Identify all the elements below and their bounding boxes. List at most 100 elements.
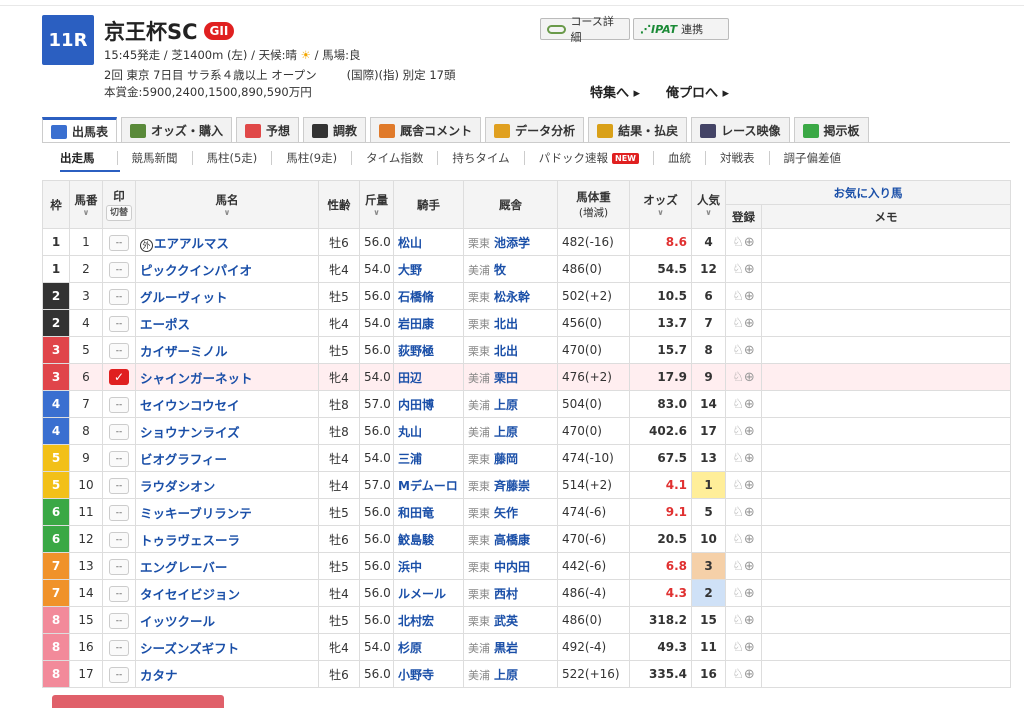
jockey-link[interactable]: 浜中 xyxy=(398,560,422,574)
memo-cell[interactable] xyxy=(761,228,1011,256)
horse-name-link[interactable]: エーポス xyxy=(140,317,190,332)
add-favorite-icon[interactable]: ♘⊕ xyxy=(732,289,755,304)
trainer-link[interactable]: 池添学 xyxy=(494,236,530,250)
col-popularity[interactable]: 人気 ∨ xyxy=(691,180,726,229)
horse-name-link[interactable]: シャインガーネット xyxy=(140,371,253,386)
memo-cell[interactable] xyxy=(761,363,1011,391)
jockey-link[interactable]: 和田竜 xyxy=(398,506,434,520)
trainer-link[interactable]: 武英 xyxy=(494,614,518,628)
memo-cell[interactable] xyxy=(761,660,1011,688)
jockey-link[interactable]: 鮫島駿 xyxy=(398,533,434,547)
trainer-link[interactable]: 斉藤崇 xyxy=(494,479,530,493)
horse-name-link[interactable]: カタナ xyxy=(140,668,178,683)
add-favorite-icon[interactable]: ♘⊕ xyxy=(732,424,755,439)
horse-name-link[interactable]: ビオグラフィー xyxy=(140,452,227,467)
trainer-link[interactable]: 西村 xyxy=(494,587,518,601)
tab-odds[interactable]: オッズ・購入 xyxy=(121,117,233,143)
col-umaban[interactable]: 馬番 ∨ xyxy=(69,180,103,229)
memo-cell[interactable] xyxy=(761,498,1011,526)
horse-name-link[interactable]: ピッククインパイオ xyxy=(140,263,252,278)
mark-button[interactable]: -- xyxy=(109,666,129,683)
feature-link[interactable]: 特集へ ▸ xyxy=(590,82,640,101)
subnav-item[interactable]: 競馬新聞 xyxy=(118,151,193,165)
memo-cell[interactable] xyxy=(761,282,1011,310)
subnav-item[interactable]: 馬柱(5走) xyxy=(193,151,273,165)
add-favorite-icon[interactable]: ♘⊕ xyxy=(732,532,755,547)
memo-cell[interactable] xyxy=(761,444,1011,472)
jockey-link[interactable]: 北村宏 xyxy=(398,614,434,628)
trainer-link[interactable]: 北出 xyxy=(494,317,518,331)
add-favorite-icon[interactable]: ♘⊕ xyxy=(732,262,755,277)
subnav-item[interactable]: 血統 xyxy=(654,151,706,165)
course-detail-button[interactable]: コース詳細 xyxy=(540,15,630,44)
horse-name-link[interactable]: シーズンズギフト xyxy=(140,641,239,656)
jockey-link[interactable]: 小野寺 xyxy=(398,668,434,682)
trainer-link[interactable]: 上原 xyxy=(494,668,518,682)
jockey-link[interactable]: 岩田康 xyxy=(398,317,434,331)
subnav-item[interactable]: 馬柱(9走) xyxy=(272,151,353,165)
add-favorite-icon[interactable]: ♘⊕ xyxy=(732,586,755,601)
jockey-link[interactable]: 石橋脩 xyxy=(398,290,434,304)
memo-cell[interactable] xyxy=(761,606,1011,634)
trainer-link[interactable]: 牧 xyxy=(494,263,506,277)
tab-coins[interactable]: 結果・払戻 xyxy=(588,117,688,143)
col-weight[interactable]: 斤量 ∨ xyxy=(359,180,394,229)
mark-button[interactable]: -- xyxy=(109,585,129,602)
horse-name-link[interactable]: タイセイビジョン xyxy=(140,587,240,602)
subnav-item[interactable]: パドック速報 NEW xyxy=(525,151,654,165)
horse-name-link[interactable]: エングレーバー xyxy=(140,560,227,575)
add-favorite-icon[interactable]: ♘⊕ xyxy=(732,397,755,412)
col-name[interactable]: 馬名 ∨ xyxy=(135,180,319,229)
mark-button[interactable]: -- xyxy=(109,288,129,305)
jockey-link[interactable]: 松山 xyxy=(398,236,422,250)
memo-cell[interactable] xyxy=(761,390,1011,418)
add-favorite-icon[interactable]: ♘⊕ xyxy=(732,559,755,574)
memo-cell[interactable] xyxy=(761,525,1011,553)
subnav-item[interactable]: 持ちタイム xyxy=(438,151,525,165)
mark-button[interactable]: -- xyxy=(109,342,129,359)
subnav-item[interactable]: 出走馬 xyxy=(42,151,118,165)
horse-name-link[interactable]: ラウダシオン xyxy=(140,479,215,494)
horse-name-link[interactable]: エアアルマス xyxy=(154,236,229,251)
jockey-link[interactable]: 丸山 xyxy=(398,425,422,439)
mark-button[interactable]: -- xyxy=(109,558,129,575)
tab-stable[interactable]: 厩舎コメント xyxy=(370,117,482,143)
mark-button[interactable]: -- xyxy=(109,612,129,629)
jockey-link[interactable]: 内田博 xyxy=(398,398,434,412)
memo-cell[interactable] xyxy=(761,255,1011,283)
col-odds[interactable]: オッズ ∨ xyxy=(629,180,692,229)
mark-button[interactable]: -- xyxy=(109,504,129,521)
tab-stopwatch[interactable]: 調教 xyxy=(303,117,367,143)
trainer-link[interactable]: 中内田 xyxy=(494,560,530,574)
add-favorite-icon[interactable]: ♘⊕ xyxy=(732,505,755,520)
mark-button[interactable]: -- xyxy=(109,261,129,278)
mark-button[interactable]: -- xyxy=(109,450,129,467)
mark-button[interactable]: -- xyxy=(109,639,129,656)
mark-button[interactable]: -- xyxy=(109,423,129,440)
horse-name-link[interactable]: トゥラヴェスーラ xyxy=(140,533,240,548)
trainer-link[interactable]: 上原 xyxy=(494,398,518,412)
tab-table[interactable]: 出馬表 xyxy=(42,117,118,143)
jockey-link[interactable]: Mデムーロ xyxy=(398,479,458,493)
tab-chat[interactable]: 掲示板 xyxy=(793,117,869,143)
add-favorite-icon[interactable]: ♘⊕ xyxy=(732,235,755,250)
trainer-link[interactable]: 松永幹 xyxy=(494,290,530,304)
trainer-link[interactable]: 高橋康 xyxy=(494,533,530,547)
trainer-link[interactable]: 藤岡 xyxy=(494,452,518,466)
mark-toggle-button[interactable]: 切替 xyxy=(106,205,132,221)
tab-target[interactable]: 予想 xyxy=(236,117,300,143)
mark-button[interactable]: -- xyxy=(109,396,129,413)
mark-button[interactable]: -- xyxy=(109,531,129,548)
add-favorite-icon[interactable]: ♘⊕ xyxy=(732,451,755,466)
trainer-link[interactable]: 矢作 xyxy=(494,506,518,520)
memo-cell[interactable] xyxy=(761,417,1011,445)
trainer-link[interactable]: 栗田 xyxy=(494,371,518,385)
ipat-link-button[interactable]: ⋰IPAT 連携 xyxy=(633,18,729,40)
mark-button[interactable]: -- xyxy=(109,315,129,332)
horse-name-link[interactable]: グルーヴィット xyxy=(140,290,228,305)
memo-cell[interactable] xyxy=(761,579,1011,607)
trainer-link[interactable]: 北出 xyxy=(494,344,518,358)
horse-name-link[interactable]: ショウナンライズ xyxy=(140,425,240,440)
jockey-link[interactable]: 三浦 xyxy=(398,452,422,466)
memo-cell[interactable] xyxy=(761,336,1011,364)
